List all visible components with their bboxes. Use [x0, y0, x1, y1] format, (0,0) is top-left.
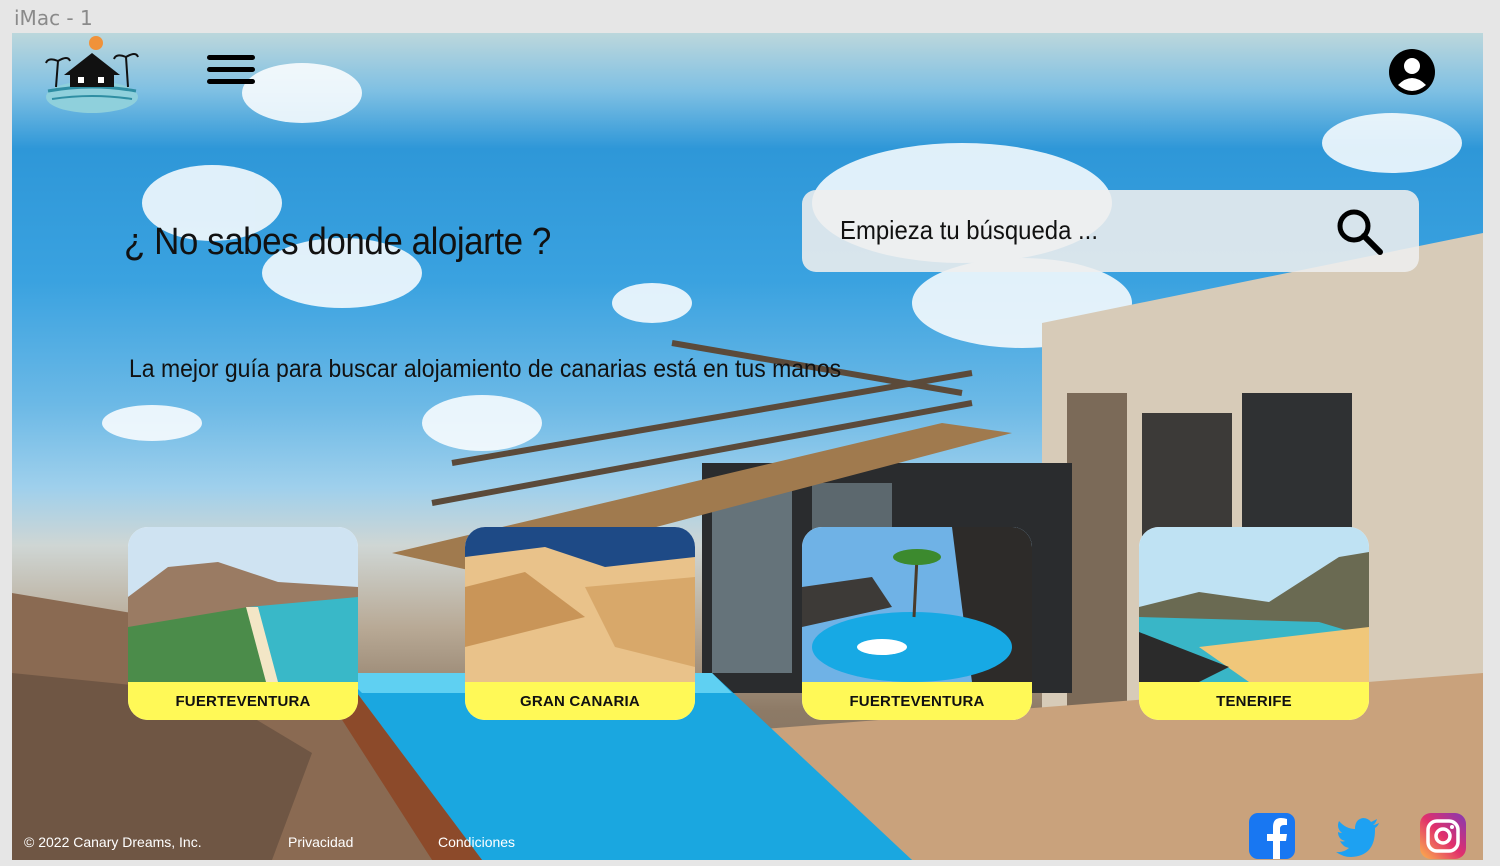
- destination-label: FUERTEVENTURA: [802, 682, 1032, 720]
- destination-image: [465, 527, 695, 682]
- landing-page: ¿ No sabes donde alojarte ? La mejor guí…: [12, 33, 1483, 860]
- search-icon[interactable]: [1334, 206, 1384, 256]
- destination-image: [128, 527, 358, 682]
- privacy-link[interactable]: Privacidad: [288, 834, 353, 850]
- instagram-icon[interactable]: [1420, 813, 1466, 859]
- destination-label: FUERTEVENTURA: [128, 682, 358, 720]
- destination-label: TENERIFE: [1139, 682, 1369, 720]
- hamburger-menu-icon[interactable]: [207, 55, 255, 89]
- search-input[interactable]: [840, 210, 1245, 250]
- facebook-icon[interactable]: [1249, 813, 1295, 859]
- destination-card-tenerife[interactable]: TENERIFE: [1139, 527, 1369, 720]
- destination-card-fuerteventura-2[interactable]: FUERTEVENTURA: [802, 527, 1032, 720]
- copyright-text: © 2022 Canary Dreams, Inc.: [24, 834, 202, 850]
- destination-label: GRAN CANARIA: [465, 682, 695, 720]
- destination-image: [802, 527, 1032, 682]
- destination-image: [1139, 527, 1369, 682]
- destination-card-fuerteventura[interactable]: FUERTEVENTURA: [128, 527, 358, 720]
- conditions-link[interactable]: Condiciones: [438, 834, 515, 850]
- hero-background-image: [12, 63, 1483, 860]
- twitter-icon[interactable]: [1335, 813, 1381, 859]
- search-box: [802, 190, 1419, 272]
- destination-card-gran-canaria[interactable]: GRAN CANARIA: [465, 527, 695, 720]
- hero-title: ¿ No sabes donde alojarte ?: [124, 221, 551, 263]
- frame-label: iMac - 1: [14, 6, 93, 30]
- hero-subtitle: La mejor guía para buscar alojamiento de…: [129, 355, 842, 383]
- logo-icon[interactable]: [42, 35, 142, 115]
- user-account-icon[interactable]: [1389, 49, 1435, 95]
